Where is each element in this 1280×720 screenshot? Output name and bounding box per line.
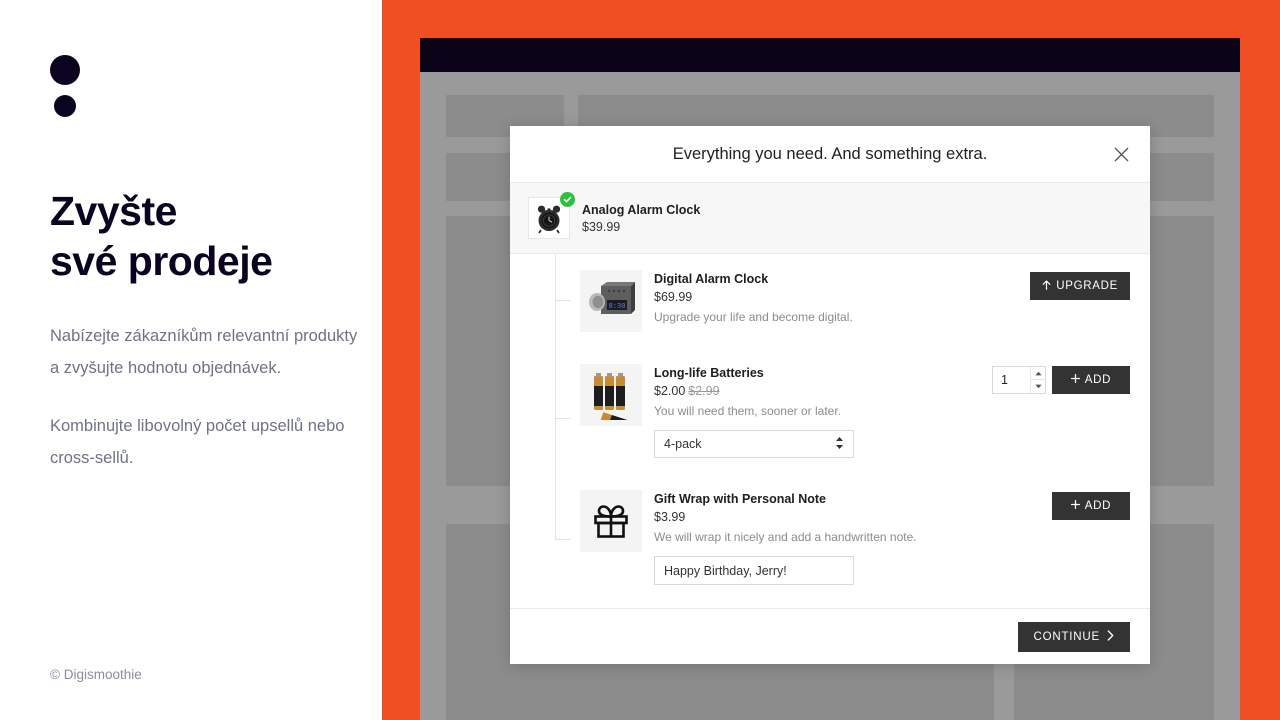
variant-select[interactable]: 4-pack xyxy=(654,430,854,458)
close-icon[interactable] xyxy=(1108,141,1134,167)
add-button-label: ADD xyxy=(1084,500,1112,512)
chevron-updown-icon xyxy=(835,436,844,453)
add-button[interactable]: ADD xyxy=(1052,366,1130,394)
offer-name: Digital Alarm Clock xyxy=(654,272,769,286)
stepper-decrement-icon[interactable] xyxy=(1031,380,1045,393)
stepper-arrows xyxy=(1030,367,1045,393)
offer-details: Digital Alarm Clock $69.99 Upgrade your … xyxy=(654,270,1030,324)
offer-price-current: $2.00 xyxy=(654,384,686,398)
modal-title: Everything you need. And something extra… xyxy=(672,144,988,163)
cart-item-row: Analog Alarm Clock $39.99 xyxy=(510,183,1150,254)
modal-footer: CONTINUE xyxy=(510,608,1150,664)
status-badge xyxy=(560,192,575,207)
stepper-increment-icon[interactable] xyxy=(1031,367,1045,380)
upgrade-button[interactable]: UPGRADE xyxy=(1030,272,1130,300)
offer-actions: ADD xyxy=(1052,490,1130,520)
left-promo-panel: Zvyšte své prodeje Nabízejte zákazníkům … xyxy=(0,0,382,720)
batteries-image xyxy=(580,364,642,426)
offer-price-current: $3.99 xyxy=(654,510,686,524)
offer-name: Long-life Batteries xyxy=(654,366,764,380)
add-button-label: ADD xyxy=(1084,374,1112,386)
quantity-value[interactable]: 1 xyxy=(993,367,1030,393)
offer-actions: UPGRADE xyxy=(1030,270,1130,300)
plus-icon xyxy=(1070,373,1080,386)
cart-item-info: Analog Alarm Clock $39.99 xyxy=(582,203,700,234)
headline-line-1: Zvyšte xyxy=(50,188,177,234)
offer-details: Gift Wrap with Personal Note $3.99 We wi… xyxy=(654,490,1052,585)
add-button[interactable]: ADD xyxy=(1052,492,1130,520)
personal-note-input[interactable] xyxy=(654,556,854,585)
plus-icon xyxy=(1070,499,1080,512)
cart-item-name: Analog Alarm Clock xyxy=(582,202,701,217)
digital-alarm-clock-image: 8:30 xyxy=(580,270,642,332)
logo-dot-small xyxy=(54,95,76,117)
promo-body-text: Nabízejte zákazníkům relevantní produkty… xyxy=(50,320,370,474)
upgrade-button-label: UPGRADE xyxy=(1056,280,1118,292)
offer-description: We will wrap it nicely and add a handwri… xyxy=(654,530,917,544)
promo-paragraph-1: Nabízejte zákazníkům relevantní produkty… xyxy=(50,327,358,377)
offer-row: 8:30 Digital Alarm Clock $69.99 Upgrade … xyxy=(510,254,1130,348)
gift-icon xyxy=(580,490,642,552)
logo-dot-large xyxy=(50,55,80,85)
svg-text:8:30: 8:30 xyxy=(609,303,626,311)
quantity-stepper[interactable]: 1 xyxy=(992,366,1046,394)
mockup-topbar xyxy=(420,38,1240,72)
offer-name: Gift Wrap with Personal Note xyxy=(654,492,827,506)
offers-list: 8:30 Digital Alarm Clock $69.99 Upgrade … xyxy=(510,254,1150,608)
variant-select-value: 4-pack xyxy=(664,437,702,451)
offer-details: Long-life Batteries $2.00 $2.99 You will … xyxy=(654,364,992,458)
offer-description: You will need them, sooner or later. xyxy=(654,404,842,418)
continue-button-label: CONTINUE xyxy=(1033,630,1100,643)
analog-alarm-clock-image xyxy=(528,192,575,239)
copyright-text: © Digismoothie xyxy=(50,667,142,682)
chevron-right-icon xyxy=(1107,629,1114,644)
promo-paragraph-2: Kombinujte libovolný počet upsellů nebo … xyxy=(50,417,345,467)
right-showcase-panel: Everything you need. And something extra… xyxy=(382,0,1280,720)
offer-price: $2.00 $2.99 xyxy=(654,384,992,398)
offer-price-current: $69.99 xyxy=(654,290,693,304)
offer-compare-price: $2.99 xyxy=(688,384,720,398)
upsell-modal: Everything you need. And something extra… xyxy=(510,126,1150,664)
digismoothie-logo xyxy=(50,55,80,121)
offer-price: $3.99 xyxy=(654,510,1052,524)
offer-description: Upgrade your life and become digital. xyxy=(654,310,853,324)
modal-header: Everything you need. And something extra… xyxy=(510,126,1150,183)
page-title: Zvyšte své prodeje xyxy=(50,186,370,286)
arrow-up-icon xyxy=(1042,279,1051,293)
offer-price: $69.99 xyxy=(654,290,1030,304)
offer-row: Gift Wrap with Personal Note $3.99 We wi… xyxy=(510,474,1130,601)
continue-button[interactable]: CONTINUE xyxy=(1017,621,1130,652)
offer-actions: 1 ADD xyxy=(992,364,1130,394)
cart-item-price: $39.99 xyxy=(582,219,621,234)
headline-line-2: své prodeje xyxy=(50,238,273,284)
screenshot-root: Zvyšte své prodeje Nabízejte zákazníkům … xyxy=(0,0,1280,720)
offer-row: Long-life Batteries $2.00 $2.99 You will … xyxy=(510,348,1130,474)
